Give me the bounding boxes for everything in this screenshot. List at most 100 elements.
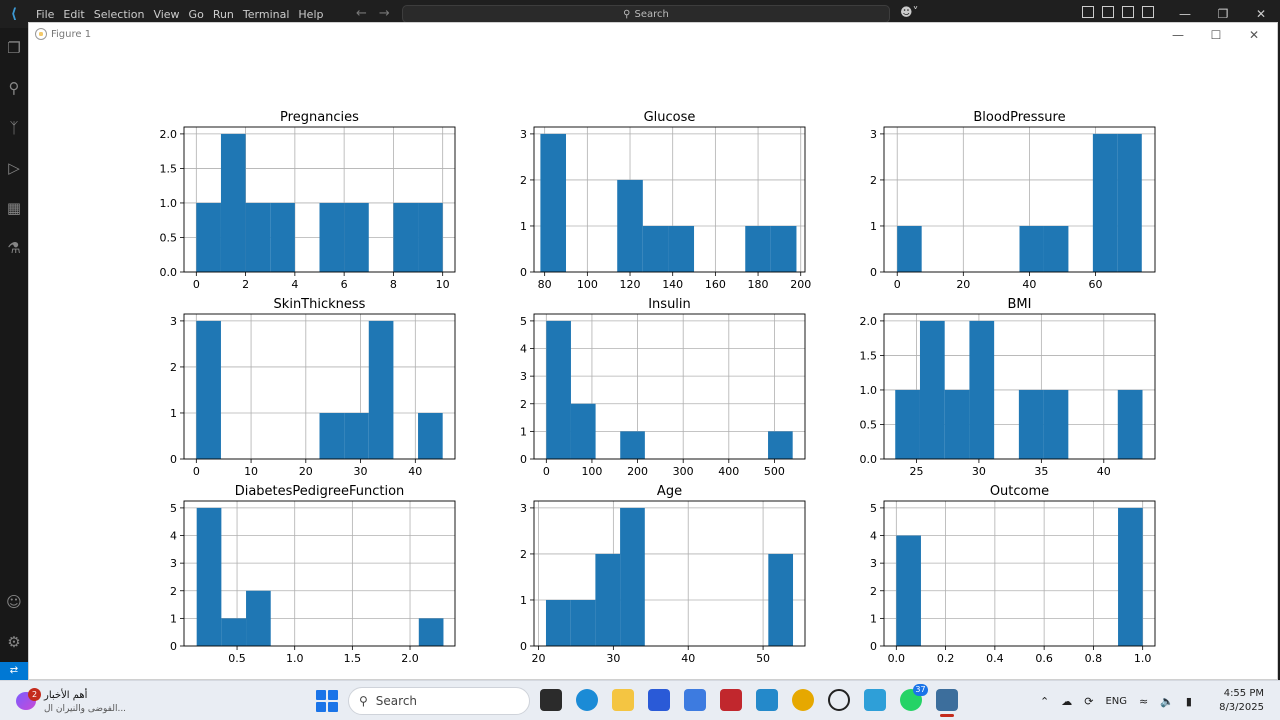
y-tick-label: 2 — [170, 361, 177, 374]
toggle-secondary-sidebar-icon[interactable] — [1142, 6, 1154, 18]
x-tick-label: 4 — [291, 278, 298, 291]
x-tick-label: 0.0 — [888, 652, 906, 665]
explorer-icon[interactable]: ❐ — [6, 40, 22, 56]
histogram-bar — [1092, 133, 1118, 272]
run-debug-icon[interactable]: ▷ — [6, 160, 22, 176]
chart-title: Age — [657, 484, 682, 499]
onedrive-icon[interactable]: ☁ — [1061, 695, 1072, 708]
histogram-bar — [896, 535, 921, 646]
remote-app-icon[interactable] — [864, 689, 886, 711]
store-icon[interactable] — [648, 689, 670, 711]
mcafee-icon[interactable] — [720, 689, 742, 711]
histogram-bar — [617, 179, 643, 272]
sync-icon[interactable]: ⟳ — [1084, 695, 1093, 708]
y-tick-label: 4 — [170, 530, 177, 543]
command-center-search[interactable]: ⚲ Search — [402, 5, 890, 23]
x-tick-label: 40 — [1097, 465, 1111, 478]
file-explorer-icon[interactable] — [612, 689, 634, 711]
menu-go[interactable]: Go — [189, 8, 211, 21]
toggle-primary-sidebar-icon[interactable] — [1102, 6, 1114, 18]
mail-icon[interactable] — [684, 689, 706, 711]
y-tick-label: 4 — [870, 530, 877, 543]
extensions-icon[interactable]: ▦ — [6, 200, 22, 216]
wifi-icon[interactable]: ≈ — [1139, 695, 1148, 708]
y-tick-label: 1.5 — [160, 162, 178, 175]
x-tick-label: 25 — [909, 465, 923, 478]
back-arrow-icon[interactable]: ← — [356, 6, 367, 21]
whatsapp-icon[interactable]: 37 — [900, 684, 928, 711]
toggle-panel-icon[interactable] — [1122, 6, 1134, 18]
testing-icon[interactable]: ⚗ — [6, 240, 22, 256]
x-tick-label: 100 — [577, 278, 598, 291]
y-tick-label: 1 — [520, 594, 527, 607]
edge-icon[interactable] — [576, 689, 598, 711]
histogram-bar — [570, 403, 596, 459]
chart-title: SkinThickness — [274, 297, 366, 312]
chart-title: DiabetesPedigreeFunction — [235, 484, 405, 499]
vscode-logo-icon[interactable]: ⟨ — [6, 6, 22, 22]
news-widget[interactable]: 2 أهم الأخبار الفوضى والنيران ال... — [16, 686, 146, 716]
x-tick-label: 300 — [673, 465, 694, 478]
python-figure-icon[interactable] — [936, 689, 958, 717]
battery-icon[interactable]: ▮ — [1186, 695, 1192, 708]
menu-help[interactable]: Help — [298, 8, 330, 21]
menu-file[interactable]: File — [36, 8, 61, 21]
histogram-bar — [1117, 133, 1142, 272]
y-tick-label: 2.0 — [160, 128, 178, 141]
menu-terminal[interactable]: Terminal — [243, 8, 297, 21]
histogram-bar — [969, 320, 995, 459]
x-tick-label: 2.0 — [401, 652, 419, 665]
x-tick-label: 180 — [748, 278, 769, 291]
y-tick-label: 2 — [520, 398, 527, 411]
chevron-up-icon[interactable]: ⌃ — [1040, 695, 1049, 708]
menu-selection[interactable]: Selection — [94, 8, 152, 21]
menu-edit[interactable]: Edit — [63, 8, 91, 21]
x-tick-label: 60 — [1089, 278, 1103, 291]
language-indicator[interactable]: ENG — [1105, 696, 1127, 707]
forward-arrow-icon[interactable]: → — [379, 6, 390, 21]
y-tick-label: 1 — [520, 220, 527, 233]
y-tick-label: 1 — [870, 220, 877, 233]
chatgpt-icon[interactable] — [828, 689, 850, 711]
copilot-icon[interactable]: ☻˅ — [900, 5, 919, 19]
histogram-bar — [270, 202, 295, 272]
navigation-arrows: ← → — [356, 6, 390, 21]
chart-title: Glucose — [644, 110, 696, 125]
histogram-bar — [418, 202, 443, 272]
menu-view[interactable]: View — [153, 8, 186, 21]
y-tick-label: 3 — [170, 315, 177, 328]
remote-indicator-icon[interactable]: ⇄ — [0, 662, 28, 680]
y-tick-label: 1 — [870, 612, 877, 625]
menu-run[interactable]: Run — [213, 8, 241, 21]
x-tick-label: 1.0 — [286, 652, 304, 665]
taskbar-search[interactable]: ⚲ Search — [348, 687, 530, 715]
histogram-bar — [944, 389, 970, 459]
manage-gear-icon[interactable]: ⚙ — [6, 634, 22, 650]
histogram-bloodpressure: 0 20 40 60 0 1 2 3 BloodPressure — [870, 110, 1156, 291]
chart-title: Pregnancies — [280, 110, 359, 125]
y-tick-label: 1 — [170, 407, 177, 420]
histogram-bar — [1043, 389, 1069, 459]
y-tick-label: 0 — [870, 266, 877, 279]
x-tick-label: 40 — [408, 465, 422, 478]
y-tick-label: 0 — [520, 640, 527, 653]
colorful-app-icon[interactable] — [792, 689, 814, 711]
customize-layout-icon[interactable] — [1082, 6, 1094, 18]
y-tick-label: 0.5 — [160, 231, 178, 244]
histogram-bar — [418, 618, 444, 646]
x-tick-label: 30 — [972, 465, 986, 478]
clock[interactable]: 4:55 PM 8/3/2025 — [1219, 687, 1264, 715]
search-icon: ⚲ — [623, 8, 631, 20]
source-control-icon[interactable]: ᛉ — [6, 120, 22, 136]
volume-icon[interactable]: 🔈 — [1160, 695, 1174, 708]
x-tick-label: 1.0 — [1134, 652, 1152, 665]
y-tick-label: 3 — [520, 370, 527, 383]
account-icon[interactable]: ☺ — [6, 594, 22, 610]
search-icon[interactable]: ⚲ — [6, 80, 22, 96]
vscode-taskbar-icon[interactable] — [756, 689, 778, 711]
layout-controls — [1082, 6, 1154, 18]
start-button[interactable] — [316, 690, 338, 712]
histogram-bar — [1018, 389, 1044, 459]
taskbar-search-label: Search — [375, 694, 418, 708]
task-view-icon[interactable] — [540, 689, 562, 711]
